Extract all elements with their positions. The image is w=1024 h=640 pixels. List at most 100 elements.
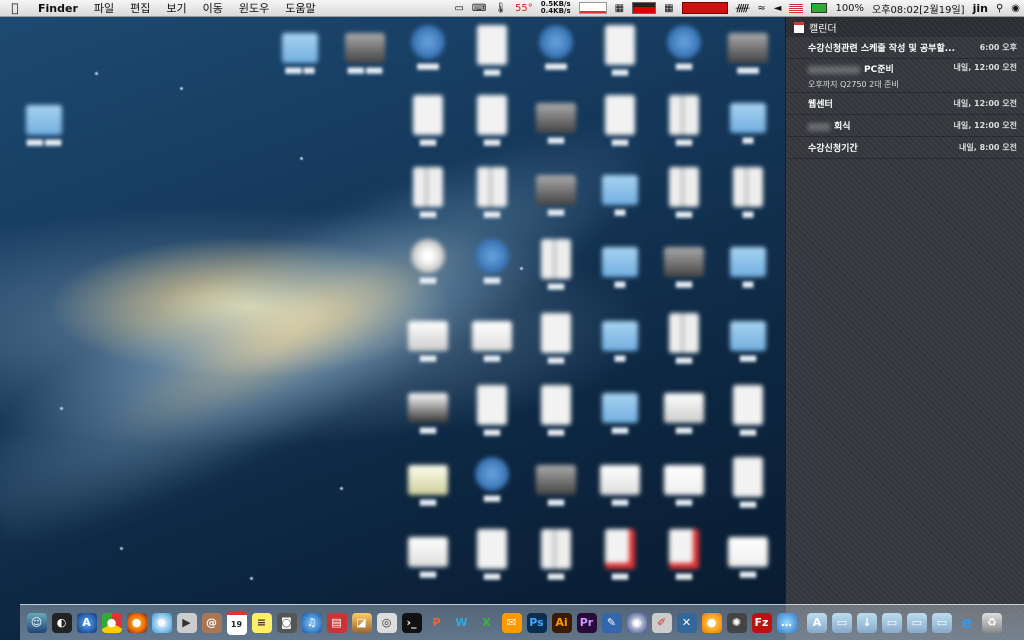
desktop-icon-document[interactable]: ▆▆▆ [462, 95, 522, 146]
desktop-icon-document[interactable]: ▆▆▆ [526, 313, 586, 364]
desktop-icon-app[interactable]: ▆▆▆ [462, 239, 522, 284]
firefox-icon[interactable]: ● [126, 612, 147, 633]
user-name[interactable]: jin [973, 2, 988, 15]
folder-icon[interactable]: ▭ [882, 612, 902, 633]
airplay-icon[interactable]: ▭ [454, 3, 463, 14]
desktop-icon-folder[interactable]: ▆▆ [718, 95, 778, 144]
keyboard-icon[interactable]: ⌨ [472, 3, 486, 14]
downloads-folder-icon[interactable]: ↓ [857, 612, 877, 633]
desktop-icon-folder[interactable]: ▆▆ [590, 167, 650, 216]
desktop-icon-folder[interactable]: ▆▆ [590, 239, 650, 288]
desktop-icon-image[interactable]: ▆▆▆ [398, 313, 458, 362]
terminal-icon[interactable]: ›_ [401, 612, 422, 633]
calendar-event[interactable]: 웹센터 내일, 12:00 오전 [786, 93, 1024, 115]
desktop-icon-document[interactable]: ▆▆▆ [654, 529, 714, 580]
menu-window[interactable]: 윈도우 [231, 0, 277, 16]
excel-icon[interactable]: X [477, 613, 497, 633]
desktop-icon-document[interactable]: ▆▆▆ [718, 385, 778, 436]
documents-folder-icon[interactable]: ▭ [832, 612, 852, 633]
outlook-icon[interactable]: ✉ [501, 612, 522, 633]
premiere-icon[interactable]: Pr [576, 612, 597, 633]
desktop-icon-zip[interactable]: ▆▆▆ [398, 167, 458, 218]
desktop-icon-app[interactable]: ▆▆▆▆ [398, 25, 458, 70]
desktop-icon-disc[interactable]: ▆▆▆ [398, 239, 458, 284]
menu-edit[interactable]: 편집 [122, 0, 158, 16]
desktop-icon-folder[interactable]: ▆▆ [590, 313, 650, 362]
desktop-icon-chrome-doc[interactable]: ▆▆▆ [590, 95, 650, 146]
desktop-icon-app[interactable]: ▆▆▆▆ [526, 25, 586, 70]
desktop-icon-document[interactable]: ▆▆▆ [718, 457, 778, 508]
desktop-icon-image[interactable]: ▆▆▆ [654, 457, 714, 506]
memory-icon[interactable]: ▦ [664, 3, 673, 14]
trash-icon[interactable]: ♻ [982, 612, 1002, 633]
desktop-icon-document[interactable]: ▆▆▆ [590, 529, 650, 580]
wifi-icon[interactable]: ≈ [757, 3, 765, 14]
desktop-icon-folder[interactable]: ▆▆▆ [718, 313, 778, 362]
volume-icon[interactable]: ◄ [774, 3, 782, 14]
finder-icon[interactable]: ☺ [26, 612, 47, 633]
spotlight-search-icon[interactable]: ⚲ [996, 3, 1003, 14]
app-store-icon[interactable]: A [76, 612, 97, 633]
desktop-icon-folder[interactable]: ▆▆ [718, 239, 778, 288]
chrome-icon[interactable]: ● [101, 612, 122, 633]
photoshop-icon[interactable]: Ps [526, 612, 547, 633]
desktop-icon-app[interactable]: ▆▆▆▆ [718, 25, 778, 74]
desktop-icon-image[interactable]: ▆▆▆ [462, 313, 522, 362]
calendar-event[interactable]: PC준비 내일, 12:00 오전 오후까지 Q2750 2대 준비 [786, 59, 1024, 93]
desktop-icon-image[interactable]: ▆▆▆ [718, 529, 778, 578]
folder-icon[interactable]: ▭ [907, 612, 927, 633]
bluetooth-icon[interactable]: ᚏ [736, 3, 750, 14]
notes-icon[interactable]: ≡ [251, 612, 272, 633]
applications-folder-icon[interactable]: A [807, 612, 827, 633]
xcode-icon[interactable]: ✎ [601, 612, 622, 633]
desktop-icon-document[interactable]: ▆▆▆ [462, 529, 522, 580]
desktop-icon-zip[interactable]: ▆▆▆ [654, 95, 714, 146]
messages-icon[interactable]: … [776, 612, 797, 633]
desktop-icon-document[interactable]: ▆▆▆ [526, 385, 586, 436]
folder-icon[interactable]: ▭ [932, 612, 952, 633]
filezilla-icon[interactable]: Fz [751, 612, 772, 633]
menu-app-finder[interactable]: Finder [30, 2, 86, 15]
illustrator-icon[interactable]: Ai [551, 612, 572, 633]
itunes-icon[interactable]: ♫ [301, 612, 322, 633]
preview-icon[interactable]: ◎ [376, 612, 397, 633]
desktop-icon-document[interactable]: ▆▆▆ [398, 95, 458, 146]
calendar-event[interactable]: 수강신청관련 스케줄 작성 및 공부할... 6:00 오후 [786, 37, 1024, 59]
battery-icon[interactable] [811, 3, 828, 13]
desktop-icon-zip[interactable]: ▆▆▆ [462, 167, 522, 218]
battery-meter-icon[interactable] [632, 2, 657, 14]
photo-icon[interactable]: ▤ [326, 612, 347, 633]
iphoto-icon[interactable]: ◪ [351, 612, 372, 633]
desktop-icon-zip[interactable]: ▆▆▆ [654, 167, 714, 218]
powerpoint-icon[interactable]: P [427, 613, 447, 633]
clock[interactable]: 오후08:02[2월19일] [872, 1, 965, 16]
desktop-icon-image[interactable]: ▆▆▆ [526, 167, 586, 216]
desktop[interactable]: ▆▆▆ ▆▆▆ ▆▆▆ ▆▆ ▆▆▆ ▆▆▆ ▆▆▆▆ ▆▆▆ ▆▆▆▆ ▆▆▆… [0, 17, 785, 640]
menu-go[interactable]: 이동 [195, 0, 231, 16]
menu-help[interactable]: 도움말 [277, 0, 323, 16]
xcode-tools-icon[interactable]: ✕ [676, 612, 697, 633]
desktop-icon-zip[interactable]: ▆▆▆ [654, 313, 714, 364]
network-graph-icon[interactable] [578, 2, 607, 14]
desktop-icon-image[interactable]: ▆▆▆ [654, 239, 714, 288]
facetime-icon[interactable]: ▶ [176, 612, 197, 633]
cpu-icon[interactable]: ▦ [615, 3, 624, 14]
desktop-icon-image[interactable]: ▆▆▆ [590, 457, 650, 506]
desktop-icon-folder[interactable]: ▆▆▆ [590, 385, 650, 434]
desktop-icon-zip[interactable]: ▆▆▆ [526, 529, 586, 580]
calendar-section-header[interactable]: 캘린더 [786, 17, 1024, 37]
desktop-icon-image[interactable]: ▆▆▆ [398, 529, 458, 578]
desktop-icon-document[interactable]: ▆▆▆ [462, 25, 522, 76]
calendar-event[interactable]: 수강신청기간 내일, 8:00 오전 [786, 137, 1024, 159]
desktop-icon-zip[interactable]: ▆▆▆ [526, 239, 586, 290]
contacts-icon[interactable]: @ [201, 612, 222, 633]
desktop-icon-zip[interactable]: ▆▆ [718, 167, 778, 218]
apple-icon[interactable]:  [0, 1, 30, 15]
desktop-icon-image[interactable]: ▆▆▆ [526, 95, 586, 144]
desktop-icon-image[interactable]: ▆▆▆ [654, 385, 714, 434]
desktop-icon-app[interactable]: ▆▆▆ [654, 25, 714, 70]
dashboard-icon[interactable]: ◐ [51, 612, 72, 633]
desktop-icon-folder[interactable]: ▆▆▆ ▆▆▆ [14, 97, 74, 146]
desktop-icon-image[interactable]: ▆▆▆ [398, 385, 458, 434]
desktop-icon-document[interactable]: ▆▆▆ [462, 385, 522, 436]
